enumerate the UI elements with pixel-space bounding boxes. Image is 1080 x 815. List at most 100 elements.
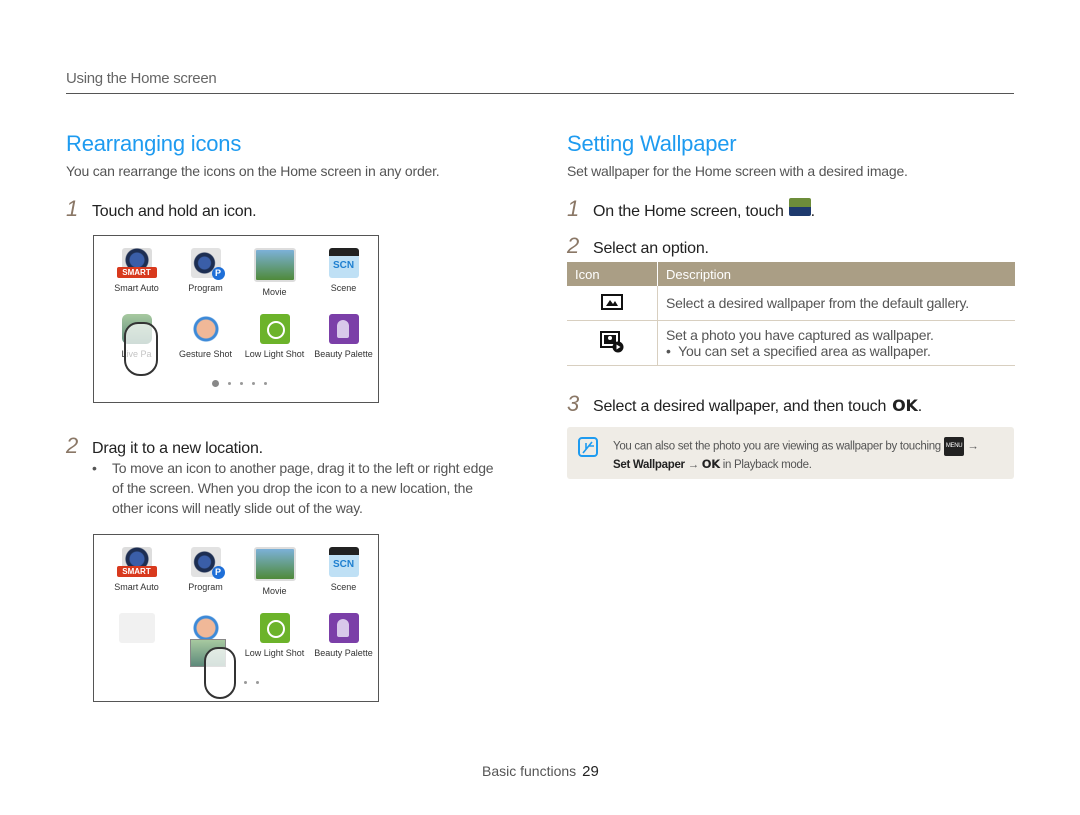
beauty-palette-icon [328, 314, 359, 344]
step-number: 2 [66, 433, 79, 458]
scene-icon: SCN [328, 547, 359, 577]
footer-label: Basic functions [482, 763, 577, 779]
left-step-1: 1 Touch and hold an icon. [66, 196, 257, 222]
home-screen-illustration-1: SMART Smart Auto P Program Movie SCN Sce… [93, 235, 379, 403]
page-indicator [244, 681, 259, 684]
rearranging-icons-title: Rearranging icons [66, 131, 242, 156]
rearranging-intro: You can rearrange the icons on the Home … [66, 163, 440, 179]
hand-touch-icon [124, 322, 158, 376]
col-icon-header: Icon [567, 262, 658, 286]
note-text: You can also set the photo you are viewi… [613, 437, 979, 474]
setting-wallpaper-title: Setting Wallpaper [567, 131, 737, 156]
app-label: Smart Auto [114, 283, 159, 293]
note-line2-suffix: in Playback mode. [722, 459, 812, 471]
step-suffix: . [917, 398, 922, 415]
bullet-text: You can set a specified area as wallpape… [678, 343, 931, 359]
row-description: Set a photo you have captured as wallpap… [657, 320, 1015, 366]
ok-glyph: OK [701, 457, 720, 471]
step-number: 1 [567, 196, 580, 221]
step-text: Touch and hold an icon. [92, 203, 257, 220]
app-beauty-palette: Beauty Palette [309, 314, 378, 359]
gesture-shot-icon [190, 314, 221, 344]
step-text: Drag it to a new location. [92, 440, 263, 457]
options-table-wrap: Icon Description Select a desired wallpa… [567, 262, 1015, 366]
arrow: → [967, 440, 979, 453]
row-description: Select a desired wallpaper from the defa… [657, 286, 1015, 321]
step-number: 3 [567, 391, 580, 416]
page-dot-active [212, 380, 219, 387]
app-label: Beauty Palette [314, 349, 373, 359]
smart-auto-icon: SMART [116, 248, 157, 278]
movie-icon [253, 248, 296, 282]
step-number: 1 [66, 196, 79, 221]
step-text: Select an option. [593, 240, 709, 257]
app-beauty-palette: Beauty Palette [309, 613, 378, 658]
header-divider [66, 93, 1014, 94]
beauty-palette-icon [328, 613, 359, 643]
app-movie: Movie [240, 547, 309, 596]
app-program: P Program [171, 248, 240, 297]
bullet-marker: • [92, 460, 97, 476]
page-dot [244, 681, 247, 684]
app-smart-auto: SMART Smart Auto [102, 547, 171, 596]
app-row-2: Low Light Shot Beauty Palette [102, 613, 378, 658]
table-row: Select a desired wallpaper from the defa… [567, 286, 1015, 321]
page-dot [252, 382, 255, 385]
app-low-light-shot: Low Light Shot [240, 613, 309, 658]
app-label: Low Light Shot [244, 648, 305, 658]
app-label: Scene [330, 582, 357, 592]
captured-photo-icon [600, 330, 624, 352]
app-row-1: SMART Smart Auto P Program Movie SCN Sce… [102, 547, 378, 596]
table-row: Set a photo you have captured as wallpap… [567, 320, 1015, 366]
section-header: Using the Home screen [66, 70, 217, 87]
step-text: On the Home screen, touch [593, 203, 784, 220]
app-low-light-shot: Low Light Shot [240, 314, 309, 359]
page-dot [264, 382, 267, 385]
page-indicator [212, 380, 267, 387]
page-dot [256, 681, 259, 684]
app-row-1: SMART Smart Auto P Program Movie SCN Sce… [102, 248, 378, 297]
wallpaper-app-icon [788, 198, 811, 216]
icon-cell [567, 320, 658, 366]
left-step-2: 2 Drag it to a new location. [66, 433, 263, 459]
low-light-shot-icon [259, 314, 290, 344]
table-header-row: Icon Description [567, 262, 1015, 286]
ghost-panorama-icon [118, 613, 155, 643]
ok-glyph: OK [892, 396, 918, 415]
hand-touch-icon [204, 647, 236, 699]
step-suffix: . [810, 203, 815, 220]
note-box: You can also set the photo you are viewi… [567, 427, 1014, 479]
app-label: Gesture Shot [178, 349, 233, 359]
right-step-2: 2 Select an option. [567, 233, 709, 259]
home-screen-illustration-2: SMART Smart Auto P Program Movie SCN Sce… [93, 534, 379, 702]
app-label: Program [188, 283, 223, 293]
app-label: Low Light Shot [244, 349, 305, 359]
page-footer: Basic functions 29 [482, 763, 599, 780]
wallpaper-intro: Set wallpaper for the Home screen with a… [567, 163, 908, 179]
app-label: Program [188, 582, 223, 592]
scene-icon: SCN [328, 248, 359, 278]
page-dot [240, 382, 243, 385]
app-scene: SCN Scene [309, 547, 378, 596]
col-description-header: Description [657, 262, 1015, 286]
app-label: Scene [330, 283, 357, 293]
bullet-text: To move an icon to another page, drag it… [112, 460, 494, 516]
low-light-shot-icon [259, 613, 290, 643]
app-smart-auto: SMART Smart Auto [102, 248, 171, 297]
step-text: Select a desired wallpaper, and then tou… [593, 398, 887, 415]
note-icon [578, 437, 598, 457]
app-program: P Program [171, 547, 240, 596]
options-table: Icon Description Select a desired wallpa… [567, 262, 1015, 366]
right-step-1: 1 On the Home screen, touch . [567, 196, 815, 222]
app-gesture-shot: Gesture Shot [171, 314, 240, 359]
menu-button-icon: MENU [943, 437, 965, 456]
row-text: Set a photo you have captured as wallpap… [666, 327, 934, 343]
right-step-3: 3 Select a desired wallpaper, and then t… [567, 391, 922, 417]
icon-cell [567, 286, 658, 321]
bullet-marker: • [666, 343, 679, 359]
page-dot [228, 382, 231, 385]
smart-auto-icon: SMART [116, 547, 157, 577]
program-icon: P [190, 248, 225, 280]
movie-icon [253, 547, 296, 581]
app-scene: SCN Scene [309, 248, 378, 297]
